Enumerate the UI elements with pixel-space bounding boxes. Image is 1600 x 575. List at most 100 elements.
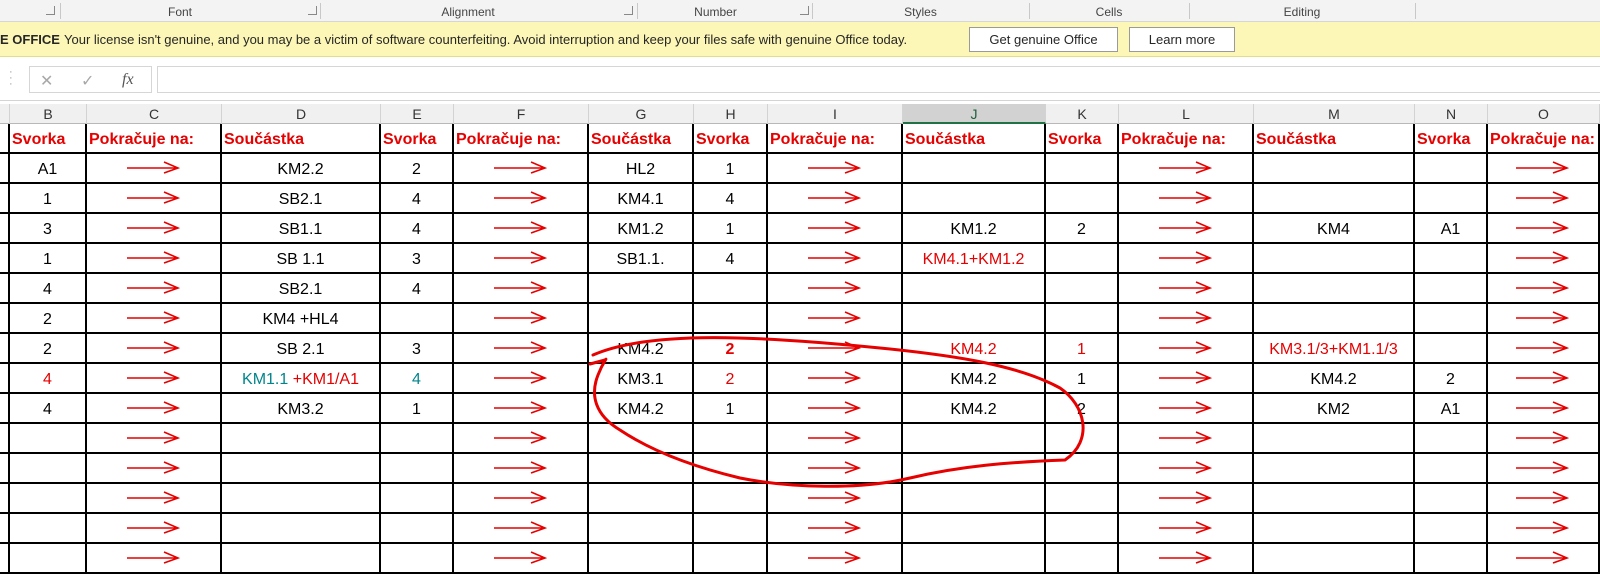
- column-header-k[interactable]: K: [1046, 104, 1119, 124]
- cell-j12[interactable]: [903, 454, 1046, 484]
- enter-icon[interactable]: ✓: [81, 71, 94, 91]
- cell-d11[interactable]: [222, 424, 381, 454]
- cell-f5[interactable]: [454, 244, 589, 274]
- cell-n5[interactable]: [1415, 244, 1488, 274]
- cell-o9[interactable]: [1488, 364, 1600, 394]
- cell-k3[interactable]: [1046, 184, 1119, 214]
- select-all-corner[interactable]: [0, 104, 10, 124]
- cell-i3[interactable]: [768, 184, 903, 214]
- cell-c10[interactable]: [87, 394, 222, 424]
- cell-l11[interactable]: [1119, 424, 1254, 454]
- cell-o14[interactable]: [1488, 514, 1600, 544]
- cell-m2[interactable]: [1254, 154, 1415, 184]
- cell-c11[interactable]: [87, 424, 222, 454]
- cell-l4[interactable]: [1119, 214, 1254, 244]
- header-cell-n[interactable]: Svorka: [1415, 124, 1488, 154]
- cell-g9[interactable]: KM3.1: [589, 364, 694, 394]
- cell-n12[interactable]: [1415, 454, 1488, 484]
- cell-n13[interactable]: [1415, 484, 1488, 514]
- header-cell-k[interactable]: Svorka: [1046, 124, 1119, 154]
- cell-n8[interactable]: [1415, 334, 1488, 364]
- cell-h6[interactable]: [694, 274, 768, 304]
- cell-e5[interactable]: 3: [381, 244, 454, 274]
- header-cell-i[interactable]: Pokračuje na:: [768, 124, 903, 154]
- cell-e7[interactable]: [381, 304, 454, 334]
- insert-function-icon[interactable]: fx: [122, 71, 134, 89]
- cell-e13[interactable]: [381, 484, 454, 514]
- header-cell-d[interactable]: Součástka: [222, 124, 381, 154]
- cell-f10[interactable]: [454, 394, 589, 424]
- cell-m10[interactable]: KM2: [1254, 394, 1415, 424]
- cell-a[interactable]: [0, 394, 10, 424]
- cell-f6[interactable]: [454, 274, 589, 304]
- cell-j14[interactable]: [903, 514, 1046, 544]
- column-header-g[interactable]: G: [589, 104, 694, 124]
- cell-b13[interactable]: [10, 484, 87, 514]
- cell-l12[interactable]: [1119, 454, 1254, 484]
- cell-l9[interactable]: [1119, 364, 1254, 394]
- cell-k4[interactable]: 2: [1046, 214, 1119, 244]
- cell-k11[interactable]: [1046, 424, 1119, 454]
- cell-k8[interactable]: 1: [1046, 334, 1119, 364]
- cell-a[interactable]: [0, 124, 10, 154]
- cell-m7[interactable]: [1254, 304, 1415, 334]
- cell-b3[interactable]: 1: [10, 184, 87, 214]
- cell-k6[interactable]: [1046, 274, 1119, 304]
- cell-e15[interactable]: [381, 544, 454, 574]
- cell-c7[interactable]: [87, 304, 222, 334]
- cell-n2[interactable]: [1415, 154, 1488, 184]
- cell-e11[interactable]: [381, 424, 454, 454]
- cell-c8[interactable]: [87, 334, 222, 364]
- cell-c15[interactable]: [87, 544, 222, 574]
- cell-f12[interactable]: [454, 454, 589, 484]
- get-genuine-office-button[interactable]: Get genuine Office: [969, 27, 1118, 52]
- cell-n4[interactable]: A1: [1415, 214, 1488, 244]
- cell-h12[interactable]: [694, 454, 768, 484]
- cell-f15[interactable]: [454, 544, 589, 574]
- cell-n6[interactable]: [1415, 274, 1488, 304]
- cell-k13[interactable]: [1046, 484, 1119, 514]
- cell-h10[interactable]: 1: [694, 394, 768, 424]
- cell-h13[interactable]: [694, 484, 768, 514]
- header-cell-c[interactable]: Pokračuje na:: [87, 124, 222, 154]
- cell-l5[interactable]: [1119, 244, 1254, 274]
- cell-d5[interactable]: SB 1.1: [222, 244, 381, 274]
- cell-i10[interactable]: [768, 394, 903, 424]
- cell-l13[interactable]: [1119, 484, 1254, 514]
- cell-i15[interactable]: [768, 544, 903, 574]
- cell-j6[interactable]: [903, 274, 1046, 304]
- cell-k7[interactable]: [1046, 304, 1119, 334]
- cell-o10[interactable]: [1488, 394, 1600, 424]
- cell-e14[interactable]: [381, 514, 454, 544]
- cell-e2[interactable]: 2: [381, 154, 454, 184]
- cell-c2[interactable]: [87, 154, 222, 184]
- cell-f8[interactable]: [454, 334, 589, 364]
- header-cell-g[interactable]: Součástka: [589, 124, 694, 154]
- cell-a[interactable]: [0, 244, 10, 274]
- cell-k15[interactable]: [1046, 544, 1119, 574]
- cell-f13[interactable]: [454, 484, 589, 514]
- column-header-f[interactable]: F: [454, 104, 589, 124]
- number-dialog-launcher-icon[interactable]: [800, 6, 809, 15]
- cell-o11[interactable]: [1488, 424, 1600, 454]
- cell-h14[interactable]: [694, 514, 768, 544]
- cell-g13[interactable]: [589, 484, 694, 514]
- column-header-i[interactable]: I: [768, 104, 903, 124]
- cell-k5[interactable]: [1046, 244, 1119, 274]
- cell-o6[interactable]: [1488, 274, 1600, 304]
- cell-e12[interactable]: [381, 454, 454, 484]
- cell-f4[interactable]: [454, 214, 589, 244]
- header-cell-e[interactable]: Svorka: [381, 124, 454, 154]
- font-dialog-launcher-icon[interactable]: [308, 6, 317, 15]
- cell-d9[interactable]: KM1.1 +KM1/A1: [222, 364, 381, 394]
- cell-b4[interactable]: 3: [10, 214, 87, 244]
- cell-a[interactable]: [0, 304, 10, 334]
- cell-l8[interactable]: [1119, 334, 1254, 364]
- cell-f14[interactable]: [454, 514, 589, 544]
- cell-h7[interactable]: [694, 304, 768, 334]
- cell-j7[interactable]: [903, 304, 1046, 334]
- cell-l14[interactable]: [1119, 514, 1254, 544]
- cell-i13[interactable]: [768, 484, 903, 514]
- cell-d8[interactable]: SB 2.1: [222, 334, 381, 364]
- cell-d14[interactable]: [222, 514, 381, 544]
